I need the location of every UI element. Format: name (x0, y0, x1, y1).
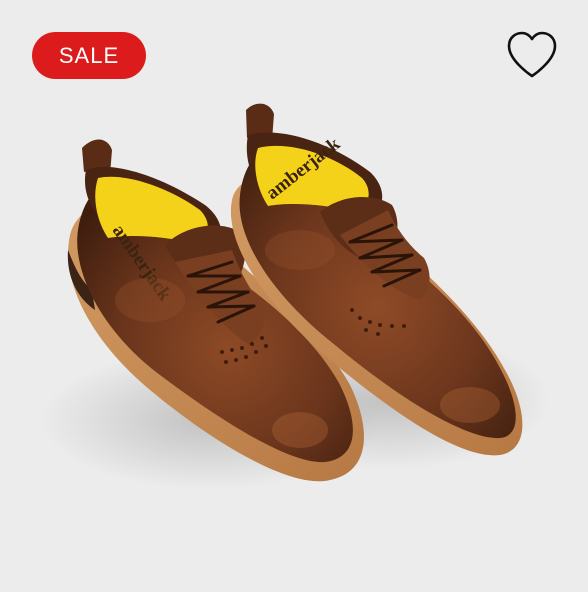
product-card[interactable]: amberjack amberjack SALE (0, 0, 588, 592)
heart-outline-icon (507, 31, 557, 78)
product-image[interactable]: amberjack amberjack (0, 0, 588, 592)
wishlist-button[interactable] (505, 30, 559, 80)
sale-badge: SALE (32, 32, 146, 79)
